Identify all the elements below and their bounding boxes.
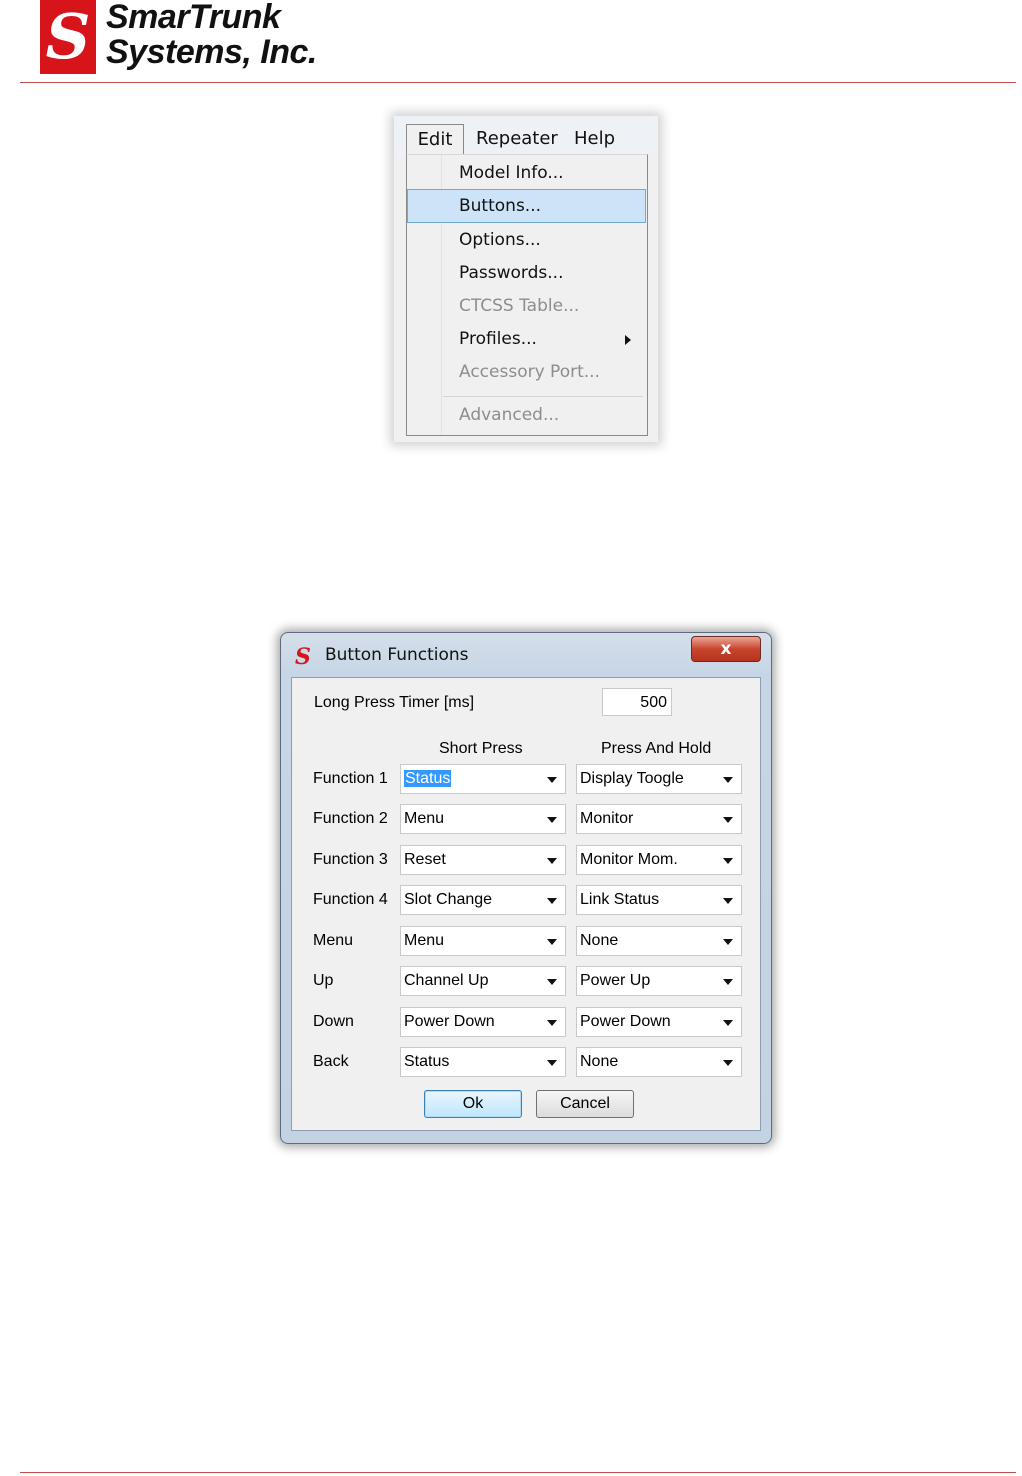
short-press-select-menu[interactable]: Menu [400,926,566,956]
menu-item-label: Model Info... [459,163,564,183]
combo-value: Link Status [580,891,660,908]
short-press-select-function-4[interactable]: Slot Change [400,885,566,915]
short-press-header: Short Press [439,740,523,757]
edit-dropdown: Model Info... Buttons... Options... Pass… [406,154,648,436]
menu-item-accessory-port: Accessory Port... [407,356,647,388]
menu-item-profiles[interactable]: Profiles... [407,323,647,355]
chevron-down-icon [723,1060,733,1066]
row-label-function-3: Function 3 [313,851,388,868]
combo-value: Channel Up [404,972,489,989]
row-label-back: Back [313,1053,349,1070]
combo-value: Display Toogle [580,770,684,787]
row-label-function-2: Function 2 [313,810,388,827]
menu-item-label: Accessory Port... [459,362,600,382]
menu-item-buttons[interactable]: Buttons... [407,189,646,223]
button-functions-dialog: S Button Functions x Long Press Timer [m… [280,632,772,1144]
chevron-down-icon [547,898,557,904]
menu-separator [443,396,643,397]
chevron-down-icon [723,1020,733,1026]
cancel-button[interactable]: Cancel [536,1090,634,1118]
long-press-timer-label: Long Press Timer [ms] [314,694,475,711]
chevron-down-icon [547,939,557,945]
short-press-select-down[interactable]: Power Down [400,1007,566,1037]
close-button[interactable]: x [691,636,761,662]
hold-select-function-3[interactable]: Monitor Mom. [576,845,742,875]
menu-item-label: CTCSS Table... [459,296,580,316]
menu-item-ctcss-table: CTCSS Table... [407,290,647,322]
company-logo-mark: S [40,0,96,74]
row-label-up: Up [313,972,334,989]
chevron-down-icon [547,979,557,985]
combo-value: Power Down [404,1013,495,1030]
menu-item-label: Passwords... [459,263,564,283]
press-and-hold-header: Press And Hold [601,740,712,757]
chevron-down-icon [547,1060,557,1066]
app-icon: S [295,644,311,670]
chevron-down-icon [547,777,557,783]
dialog-title: Button Functions [325,645,469,665]
chevron-down-icon [723,777,733,783]
hold-select-function-1[interactable]: Display Toogle [576,764,742,794]
combo-value: Menu [404,810,445,827]
combo-value: Menu [404,932,445,949]
menu-item-label: Profiles... [459,329,537,349]
menu-repeater[interactable]: Repeater [476,124,558,154]
combo-value: Monitor Mom. [580,851,678,868]
menu-edit[interactable]: Edit [406,124,464,155]
chevron-down-icon [547,1020,557,1026]
chevron-down-icon [723,939,733,945]
combo-value: None [580,932,619,949]
chevron-down-icon [723,817,733,823]
chevron-down-icon [723,898,733,904]
combo-value: Status [404,1053,450,1070]
header-rule [20,82,1016,83]
menu-item-model-info[interactable]: Model Info... [407,157,647,189]
combo-value: Monitor [580,810,634,827]
logo-name-line1: SmarTrunk [106,0,281,36]
chevron-down-icon [547,817,557,823]
menubar: Edit Repeater Help [394,116,658,155]
logo-glyph: S [45,0,91,73]
edit-menu-screenshot: Edit Repeater Help Model Info... Buttons… [394,116,658,442]
menu-item-advanced: Advanced... [407,399,647,431]
combo-value: Status [404,770,452,787]
menu-item-options[interactable]: Options... [407,224,647,256]
hold-select-function-2[interactable]: Monitor [576,804,742,834]
menu-item-label: Advanced... [459,405,560,425]
combo-value: Reset [404,851,446,868]
short-press-select-function-2[interactable]: Menu [400,804,566,834]
hold-select-menu[interactable]: None [576,926,742,956]
chevron-down-icon [723,979,733,985]
combo-value: Power Down [580,1013,671,1030]
footer-rule [20,1472,1016,1473]
chevron-down-icon [547,858,557,864]
menu-item-passwords[interactable]: Passwords... [407,257,647,289]
row-label-function-1: Function 1 [313,770,388,787]
row-label-function-4: Function 4 [313,891,388,908]
short-press-select-function-3[interactable]: Reset [400,845,566,875]
hold-select-function-4[interactable]: Link Status [576,885,742,915]
logo-name-line2: Systems, Inc. [106,33,317,71]
short-press-select-up[interactable]: Channel Up [400,966,566,996]
combo-value: Power Up [580,972,651,989]
submenu-arrow-icon [625,335,631,345]
chevron-down-icon [723,858,733,864]
menu-help[interactable]: Help [574,124,615,154]
hold-select-back[interactable]: None [576,1047,742,1077]
menu-item-label: Options... [459,230,541,250]
long-press-timer-input[interactable]: 500 [602,688,672,716]
row-label-menu: Menu [313,932,354,949]
short-press-select-back[interactable]: Status [400,1047,566,1077]
ok-button[interactable]: Ok [424,1090,522,1118]
hold-select-down[interactable]: Power Down [576,1007,742,1037]
row-label-down: Down [313,1013,354,1030]
dialog-client-area: Long Press Timer [ms] 500 Short Press Pr… [291,677,761,1131]
company-logo-text: SmarTrunk Systems, Inc. [106,0,317,70]
menu-item-label: Buttons... [459,196,542,216]
hold-select-up[interactable]: Power Up [576,966,742,996]
combo-value: None [580,1053,619,1070]
short-press-select-function-1[interactable]: Status [400,764,566,794]
combo-value: Slot Change [404,891,493,908]
